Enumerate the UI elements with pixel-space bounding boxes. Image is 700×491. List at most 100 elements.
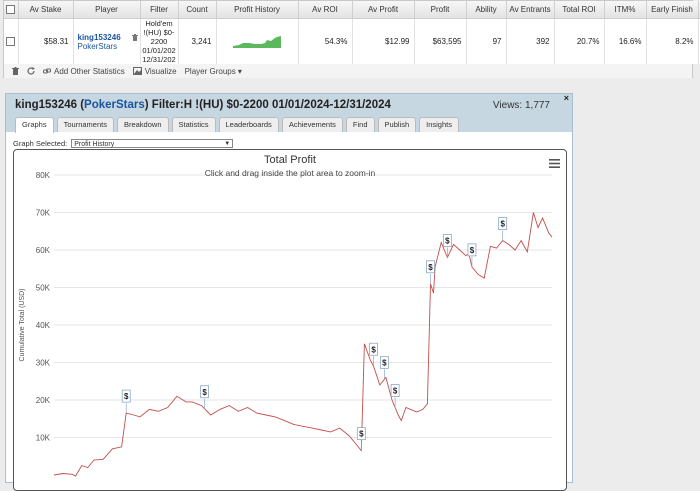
hamburger-menu-icon[interactable] <box>549 159 560 168</box>
close-modal-button[interactable]: × <box>564 93 569 103</box>
tab-tournaments[interactable]: Tournaments <box>56 117 114 132</box>
modal-header: king153246 (PokerStars) Filter:H !(HU) $… <box>6 93 572 133</box>
row-checkbox[interactable] <box>6 37 15 47</box>
y-tick-label: 20K <box>36 396 51 405</box>
player-settings-icon[interactable] <box>131 34 138 42</box>
y-tick-label: 70K <box>36 209 51 218</box>
chart-title: Total Profit <box>264 154 316 166</box>
av-roi-value: 54.3% <box>298 18 353 64</box>
cash-marker-label: $ <box>202 388 207 397</box>
chart-subtitle: Click and drag inside the plot area to z… <box>204 168 376 178</box>
col-filter[interactable]: Filter <box>140 1 179 19</box>
player-graph-modal: king153246 (PokerStars) Filter:H !(HU) $… <box>5 93 573 491</box>
av-stake-value: $58.31 <box>18 18 74 64</box>
select-all-header[interactable] <box>4 1 19 19</box>
y-tick-label: 30K <box>36 359 51 368</box>
filter-line: 12/31/202 <box>142 55 176 64</box>
refresh-icon <box>27 67 35 75</box>
stats-panel: Av Stake Player Filter Count Profit Hist… <box>3 0 700 78</box>
col-av-stake[interactable]: Av Stake <box>18 1 74 19</box>
cash-marker-label: $ <box>371 345 376 354</box>
views-count: Views: 1,777 <box>492 100 550 111</box>
col-av-profit[interactable]: Av Profit <box>352 1 415 19</box>
cash-marker-label: $ <box>500 220 505 229</box>
cash-marker-label: $ <box>359 430 364 439</box>
y-tick-label: 50K <box>36 284 51 293</box>
table-row: $58.31 king153246 PokerStars Hold'em !(H… <box>4 18 700 64</box>
modal-player-name: king153246 <box>15 99 78 111</box>
add-other-statistics-button[interactable]: Add Other Statistics <box>43 67 125 76</box>
visualize-button[interactable]: Visualize <box>132 66 177 76</box>
col-ability[interactable]: Ability <box>466 1 507 19</box>
modal-title: king153246 (PokerStars) Filter:H !(HU) $… <box>15 99 391 111</box>
delete-button[interactable] <box>12 67 19 75</box>
profit-sparkline[interactable] <box>233 34 281 48</box>
col-total-roi[interactable]: Total ROI <box>554 1 605 19</box>
select-all-checkbox[interactable] <box>6 5 16 15</box>
visualize-label: Visualize <box>144 66 177 76</box>
tab-breakdown[interactable]: Breakdown <box>116 117 169 132</box>
chart-plot[interactable]: 10K20K30K40K50K60K70K80KCumulative Total… <box>14 150 566 490</box>
profit-history-sparkline-cell[interactable] <box>216 18 299 64</box>
cash-marker-label: $ <box>445 237 450 246</box>
profit-chart[interactable]: 10K 20K 30K 40K 50K 60K 70K 80K Cumulative Total… <box>13 149 567 491</box>
player-name-link[interactable]: king153246 <box>78 33 136 42</box>
table-header-row: Av Stake Player Filter Count Profit Hist… <box>4 1 700 19</box>
col-early-finish[interactable]: Early Finish <box>646 1 699 19</box>
filter-cell: Hold'em !(HU) $0- 2200 01/01/202 12/31/2… <box>140 18 179 64</box>
player-stats-table: Av Stake Player Filter Count Profit Hist… <box>4 1 700 64</box>
col-profit-history[interactable]: Profit History <box>216 1 299 19</box>
player-cell: king153246 PokerStars <box>73 18 141 64</box>
modal-tabs: Graphs Tournaments Breakdown Statistics … <box>15 117 459 133</box>
col-profit[interactable]: Profit <box>414 1 467 19</box>
y-tick-label: 60K <box>36 246 51 255</box>
modal-site-link[interactable]: PokerStars <box>84 99 145 111</box>
col-av-entrants[interactable]: Av Entrants <box>506 1 555 19</box>
filter-line: !(HU) $0- <box>143 28 175 37</box>
filter-line: Hold'em <box>145 19 173 28</box>
tab-statistics[interactable]: Statistics <box>171 117 216 132</box>
cash-marker-label: $ <box>393 387 398 396</box>
cash-marker-label: $ <box>470 246 475 255</box>
filter-line: 01/01/202 <box>142 46 176 55</box>
tab-achievements[interactable]: Achievements <box>281 117 343 132</box>
image-icon <box>132 67 142 75</box>
y-tick-label: 40K <box>36 321 51 330</box>
col-itm[interactable]: ITM% <box>604 1 647 19</box>
player-groups-dropdown[interactable]: Player Groups ▾ <box>185 67 242 76</box>
player-site-link[interactable]: PokerStars <box>78 42 136 51</box>
col-player[interactable]: Player <box>73 1 141 19</box>
row-select-cell[interactable] <box>4 18 19 64</box>
itm-value: 16.6% <box>604 18 647 64</box>
graph-select-value: Profit History <box>74 141 115 148</box>
y-tick-label: 10K <box>36 434 51 443</box>
modal-filter-text: ) Filter:H !(HU) $0-2200 01/01/2024-12/3… <box>144 99 391 111</box>
graph-select-dropdown[interactable]: Profit History ▼ <box>71 139 234 148</box>
tab-leaderboards[interactable]: Leaderboards <box>218 117 279 132</box>
table-toolbar: Add Other Statistics Visualize Player Gr… <box>4 64 692 78</box>
link-icon <box>43 68 51 74</box>
tab-publish[interactable]: Publish <box>377 117 417 132</box>
trash-icon <box>12 67 19 75</box>
refresh-button[interactable] <box>27 67 35 75</box>
chevron-down-icon: ▼ <box>224 141 231 147</box>
y-axis-label: Cumulative Total (USD) <box>19 288 26 361</box>
cash-marker-label: $ <box>124 392 129 401</box>
tab-graphs[interactable]: Graphs <box>15 117 54 133</box>
cash-marker-label: $ <box>382 358 387 367</box>
tab-find[interactable]: Find <box>345 117 375 132</box>
tab-insights[interactable]: Insights <box>419 117 459 132</box>
av-entrants-value: 392 <box>506 18 555 64</box>
graph-selector: Graph Selected: Profit History ▼ <box>13 139 234 148</box>
cash-marker-label: $ <box>428 263 433 272</box>
add-other-statistics-label: Add Other Statistics <box>54 66 125 76</box>
early-finish-value: 8.2% <box>646 18 699 64</box>
player-groups-label: Player Groups ▾ <box>184 66 242 76</box>
profit-line[interactable] <box>53 212 553 477</box>
filter-line: 2200 <box>150 37 168 46</box>
av-profit-value: $12.99 <box>352 18 415 64</box>
col-count[interactable]: Count <box>178 1 217 19</box>
total-roi-value: 20.7% <box>554 18 605 64</box>
graph-selected-label: Graph Selected: <box>13 139 68 148</box>
col-av-roi[interactable]: Av ROI <box>298 1 353 19</box>
